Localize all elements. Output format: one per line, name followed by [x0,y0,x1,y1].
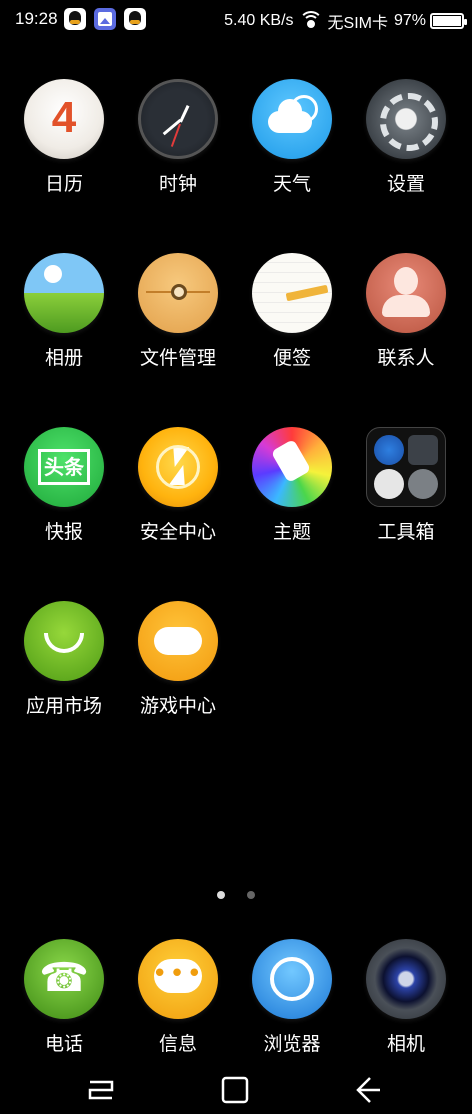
wifi-icon [298,11,323,29]
app-album[interactable]: 相册 [7,253,121,370]
app-label: 相机 [386,1033,425,1055]
app-label: 信息 [158,1033,197,1055]
browser-icon [252,939,332,1019]
battery-icon [430,13,467,29]
calendar-icon: 4 [24,79,104,159]
file-manager-icon [138,253,218,333]
page-dot-active[interactable] [217,891,226,899]
app-news[interactable]: 头条 快报 [7,427,121,544]
phone-icon [24,939,104,1019]
weather-icon [252,79,332,159]
app-store[interactable]: 应用市场 [7,601,121,718]
settings-gear-icon [366,79,446,159]
qq-icon [124,8,146,30]
app-label: 快报 [44,521,83,543]
status-time: 19:28 [15,9,58,28]
dock-browser[interactable]: 浏览器 [235,939,349,1056]
news-badge: 头条 [38,449,90,485]
dock-phone[interactable]: 电话 [7,939,121,1056]
page-dot[interactable] [246,891,255,899]
recents-icon[interactable] [76,1070,126,1110]
app-label: 安全中心 [139,521,216,543]
app-label: 日历 [44,173,83,195]
app-label: 相册 [44,347,83,369]
app-label: 设置 [386,173,425,195]
toolbox-folder-icon [366,427,446,507]
app-label: 电话 [44,1033,83,1055]
theme-brush-icon [252,427,332,507]
app-label: 主题 [272,521,311,543]
security-bolt-icon [138,427,218,507]
app-theme[interactable]: 主题 [235,427,349,544]
camera-icon [366,939,446,1019]
qq-icon [64,8,86,30]
contacts-icon [366,253,446,333]
back-icon[interactable] [344,1070,394,1110]
app-label: 时钟 [158,173,197,195]
news-icon: 头条 [24,427,104,507]
app-store-icon [24,601,104,681]
status-right: 5.40 KB/s 无SIM卡 97% [218,9,467,33]
app-label: 游戏中心 [139,695,216,717]
home-icon[interactable] [211,1070,261,1110]
calendar-date: 4 [51,93,77,142]
app-label: 工具箱 [377,521,435,543]
app-label: 文件管理 [139,347,216,369]
app-label: 天气 [272,173,311,195]
messages-icon [138,939,218,1019]
notes-icon [252,253,332,333]
app-label: 便签 [272,347,311,369]
app-contacts[interactable]: 联系人 [349,253,463,370]
app-game-center[interactable]: 游戏中心 [121,601,235,718]
app-weather[interactable]: 天气 [235,79,349,196]
app-calendar[interactable]: 4 日历 [7,79,121,196]
app-security-center[interactable]: 安全中心 [121,427,235,544]
app-notes[interactable]: 便签 [235,253,349,370]
dock-messages[interactable]: 信息 [121,939,235,1056]
app-label: 联系人 [377,347,435,369]
album-icon [24,253,104,333]
app-label: 应用市场 [25,695,102,717]
navigation-bar [0,1070,472,1110]
dock-camera[interactable]: 相机 [349,939,463,1056]
status-bar: 19:28 5.40 KB/s 无SIM卡 97% [0,0,472,38]
app-settings[interactable]: 设置 [349,79,463,196]
app-toolbox-folder[interactable]: 工具箱 [349,427,463,544]
app-label: 浏览器 [263,1033,321,1055]
app-clock[interactable]: 时钟 [121,79,235,196]
gallery-icon [94,8,116,30]
clock-icon [138,79,218,159]
sim-status: 无SIM卡 [327,15,388,32]
app-file-manager[interactable]: 文件管理 [121,253,235,370]
page-indicator [0,884,472,903]
game-controller-icon [138,601,218,681]
network-speed: 5.40 KB/s [224,12,294,29]
battery-percent: 97% [393,12,426,29]
